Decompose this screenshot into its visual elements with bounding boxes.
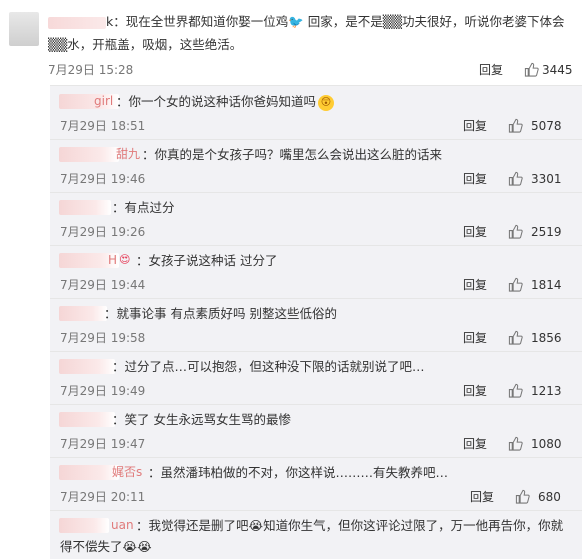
like-count: 1856 bbox=[531, 331, 562, 345]
comment-time: 7月29日 18:51 bbox=[60, 119, 146, 133]
reply-button[interactable]: 回复 bbox=[463, 329, 487, 347]
username-suffix[interactable]: girl bbox=[94, 93, 113, 110]
username-blurred[interactable] bbox=[59, 465, 119, 480]
username-blurred[interactable] bbox=[59, 412, 115, 427]
reply-item: 甜九 ：你真的是个女孩子吗？嘴里怎么会说出这么脏的话来 7月29日 19:46 … bbox=[50, 139, 582, 193]
heart-eyes-emoji-icon: 😍 bbox=[119, 253, 131, 266]
reply-text: ：女孩子说这种话 过分了 bbox=[136, 253, 278, 268]
reply-meta: 7月29日 19:47 回复 1080 bbox=[60, 435, 575, 453]
reply-text: ：过分了点…可以抱怨，但这种没下限的话就别说了吧… bbox=[112, 359, 425, 374]
thumbs-up-icon[interactable] bbox=[515, 489, 530, 504]
thumbs-up-icon[interactable] bbox=[508, 383, 523, 398]
reply-meta: 7月29日 19:44 回复 1814 bbox=[60, 276, 575, 294]
reply-item: ：有点过分 7月29日 19:26 回复 2519 bbox=[50, 192, 582, 246]
like-count: 1814 bbox=[531, 278, 562, 292]
comment-time: 7月29日 19:26 bbox=[60, 225, 146, 239]
reply-item: ：就事论事 有点素质好吗 别整这些低俗的 7月29日 19:58 回复 1856 bbox=[50, 298, 582, 352]
comment-thread: k：现在全世界都知道你娶一位鸡🐦 回家，是不是▒▒功夫很好，听说你老婆下体会▒▒… bbox=[0, 0, 586, 559]
reply-text: ：有点过分 bbox=[112, 200, 175, 215]
username-blurred[interactable] bbox=[59, 518, 109, 533]
thumbs-up-icon[interactable] bbox=[508, 330, 523, 345]
reply-text: ：虽然潘玮柏做的不对，你这样说………有失教养吧… bbox=[148, 465, 449, 480]
thumbs-up-icon[interactable] bbox=[508, 277, 523, 292]
main-comment-meta: 7月29日 15:28 回复 3445 bbox=[48, 61, 574, 79]
comment-time: 7月29日 19:47 bbox=[60, 437, 146, 451]
like-count: 1213 bbox=[531, 384, 562, 398]
username-blurred[interactable] bbox=[59, 147, 119, 162]
thumbs-up-icon[interactable] bbox=[524, 62, 539, 77]
reply-text-continued: 得不偿失了😭😭 bbox=[60, 539, 152, 554]
reply-button[interactable]: 回复 bbox=[463, 276, 487, 294]
reply-button[interactable]: 回复 bbox=[463, 170, 487, 188]
replies-panel: girl ：你一个女的说这种话你爸妈知道吗 😲 7月29日 18:51 回复 50… bbox=[50, 85, 582, 559]
reply-button[interactable]: 回复 bbox=[463, 382, 487, 400]
main-comment-text: k：现在全世界都知道你娶一位鸡🐦 回家，是不是▒▒功夫很好，听说你老婆下体会▒▒… bbox=[48, 14, 565, 52]
thumbs-up-icon[interactable] bbox=[508, 224, 523, 239]
reply-button[interactable]: 回复 bbox=[463, 223, 487, 241]
reply-text: ：就事论事 有点素质好吗 别整这些低俗的 bbox=[104, 306, 337, 321]
reply-item: 娓否s ：虽然潘玮柏做的不对，你这样说………有失教养吧… 7月29日 20:11… bbox=[50, 457, 582, 511]
like-count: 680 bbox=[538, 490, 561, 504]
username-suffix[interactable]: 甜九 bbox=[116, 146, 140, 163]
reply-text: ：你一个女的说这种话你爸妈知道吗 😲 bbox=[116, 93, 335, 111]
reply-text: ：你真的是个女孩子吗？嘴里怎么会说出这么脏的话来 bbox=[142, 147, 443, 162]
username-blurred[interactable] bbox=[59, 200, 111, 215]
comment-time: 7月29日 19:46 bbox=[60, 172, 146, 186]
thumbs-up-icon[interactable] bbox=[508, 436, 523, 451]
username-suffix[interactable]: uan bbox=[111, 517, 134, 534]
reply-meta: 7月29日 19:26 回复 2519 bbox=[60, 223, 575, 241]
reply-button[interactable]: 回复 bbox=[463, 435, 487, 453]
reply-item: H 😍 ：女孩子说这种话 过分了 7月29日 19:44 回复 1814 bbox=[50, 245, 582, 299]
reply-button[interactable]: 回复 bbox=[479, 61, 503, 79]
comment-time: 7月29日 19:44 bbox=[60, 278, 146, 292]
reply-item: ：笑了 女生永远骂女生骂的最惨 7月29日 19:47 回复 1080 bbox=[50, 404, 582, 458]
reply-button[interactable]: 回复 bbox=[470, 488, 494, 506]
reply-meta: 7月29日 20:11 回复 680 bbox=[60, 488, 575, 506]
reply-meta: 7月29日 19:58 回复 1856 bbox=[60, 329, 575, 347]
like-count: 3445 bbox=[542, 63, 573, 77]
comment-time: 7月29日 19:58 bbox=[60, 331, 146, 345]
thumbs-up-icon[interactable] bbox=[508, 171, 523, 186]
username-suffix[interactable]: H bbox=[108, 252, 117, 269]
reply-meta: 7月29日 19:46 回复 3301 bbox=[60, 170, 575, 188]
username-blurred[interactable] bbox=[59, 359, 115, 374]
like-count: 5078 bbox=[531, 119, 562, 133]
avatar[interactable] bbox=[9, 12, 39, 46]
reply-text: ：我觉得还是删了吧😭知道你生气，但你这评论过限了，万一他再告你，你就 bbox=[136, 518, 564, 533]
reply-button[interactable]: 回复 bbox=[463, 117, 487, 135]
reply-item: girl ：你一个女的说这种话你爸妈知道吗 😲 7月29日 18:51 回复 50… bbox=[50, 86, 582, 140]
like-count: 1080 bbox=[531, 437, 562, 451]
reply-item: uan ：我觉得还是删了吧😭知道你生气，但你这评论过限了，万一他再告你，你就 得… bbox=[50, 510, 582, 559]
reply-item: ：过分了点…可以抱怨，但这种没下限的话就别说了吧… 7月29日 19:49 回复… bbox=[50, 351, 582, 405]
username-blurred[interactable] bbox=[48, 16, 106, 29]
like-count: 3301 bbox=[531, 172, 562, 186]
reply-text: ：笑了 女生永远骂女生骂的最惨 bbox=[112, 412, 291, 427]
comment-time: 7月29日 15:28 bbox=[48, 63, 134, 77]
reply-meta: 7月29日 19:49 回复 1213 bbox=[60, 382, 575, 400]
like-count: 2519 bbox=[531, 225, 562, 239]
reply-meta: 7月29日 18:51 回复 5078 bbox=[60, 117, 575, 135]
thumbs-up-icon[interactable] bbox=[508, 118, 523, 133]
surprised-emoji-icon: 😲 bbox=[318, 94, 335, 111]
comment-time: 7月29日 19:49 bbox=[60, 384, 146, 398]
username-suffix[interactable]: 娓否s bbox=[112, 464, 142, 481]
comment-time: 7月29日 20:11 bbox=[60, 490, 146, 504]
username-blurred[interactable] bbox=[59, 306, 107, 321]
